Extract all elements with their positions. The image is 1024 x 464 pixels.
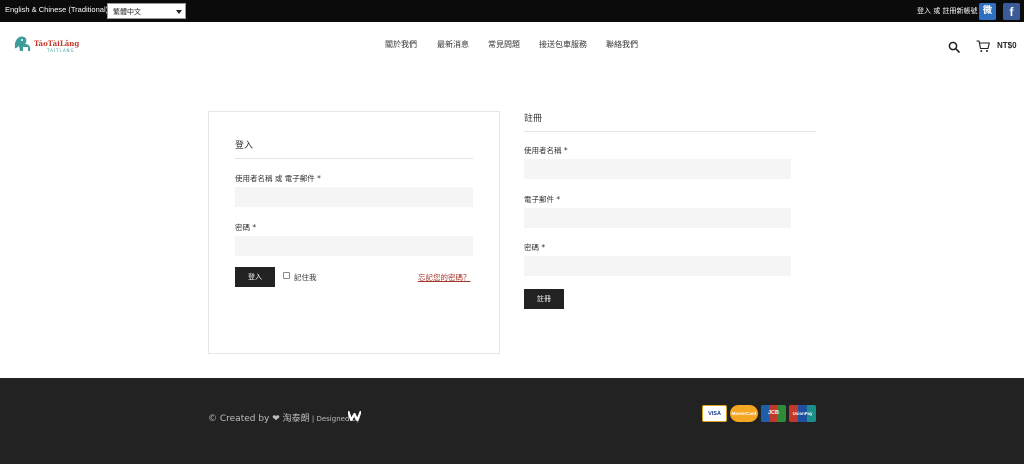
- register-divider: [524, 131, 816, 132]
- visa-card-icon: VISA: [702, 405, 727, 422]
- login-username-input[interactable]: [235, 187, 473, 207]
- remember-me-label: 記住我: [294, 273, 317, 282]
- unionpay-card-icon: UnionPay: [789, 405, 816, 422]
- register-password-label: 密碼 *: [524, 243, 546, 252]
- language-select[interactable]: 繁體中文: [107, 3, 186, 19]
- footer-credit: © Created by ❤ 淘泰朗 | Designed by: [208, 411, 360, 424]
- designer-logo-icon[interactable]: [348, 411, 361, 421]
- login-title: 登入: [235, 141, 254, 151]
- register-username-input[interactable]: [524, 159, 791, 179]
- register-username-label: 使用者名稱 *: [524, 146, 568, 155]
- language-select-value: 繁體中文: [113, 8, 141, 16]
- login-register-link[interactable]: 登入 或 註冊新帳號: [917, 6, 977, 16]
- chevron-down-icon: [176, 10, 182, 14]
- top-bar: English & Chinese (Traditional) 繁體中文 登入 …: [0, 0, 1024, 22]
- register-button[interactable]: 註冊: [524, 289, 564, 309]
- register-title: 註冊: [524, 114, 543, 124]
- remember-me-checkbox[interactable]: [283, 272, 290, 279]
- cart-total[interactable]: NT$0: [997, 41, 1017, 50]
- login-form: 登入 使用者名稱 或 電子郵件 * 密碼 * 登入 記住我 忘記您的密碼？: [208, 111, 500, 354]
- search-icon[interactable]: [948, 41, 960, 53]
- logo-text: TáoTàiLǎng: [34, 39, 80, 48]
- register-email-label: 電子郵件 *: [524, 195, 561, 204]
- language-label: English & Chinese (Traditional): [5, 5, 109, 14]
- login-button[interactable]: 登入: [235, 267, 275, 287]
- weibo-icon[interactable]: 微: [979, 3, 996, 20]
- forgot-password-link[interactable]: 忘記您的密碼？: [418, 272, 471, 283]
- login-username-label: 使用者名稱 或 電子郵件 *: [235, 174, 321, 183]
- nav-item-contact[interactable]: 聯絡我們: [606, 39, 638, 50]
- footer-credit-prefix: © Created by ❤ 淘泰朗: [208, 414, 310, 424]
- nav-item-faq[interactable]: 常見問題: [488, 39, 520, 50]
- site-logo[interactable]: TáoTàiLǎng TAITLANG: [13, 32, 80, 56]
- cart-icon[interactable]: [976, 40, 990, 53]
- nav-item-news[interactable]: 最新消息: [437, 39, 469, 50]
- facebook-icon[interactable]: f: [1003, 3, 1020, 20]
- site-header: TáoTàiLǎng TAITLANG 關於我們 最新消息 常見問題 接送包車服…: [0, 22, 1024, 68]
- nav-item-charter-service[interactable]: 接送包車服務: [539, 39, 587, 50]
- login-password-input[interactable]: [235, 236, 473, 256]
- site-footer: © Created by ❤ 淘泰朗 | Designed by VISA Ma…: [0, 378, 1024, 464]
- login-password-label: 密碼 *: [235, 223, 257, 232]
- logo-subtext: TAITLANG: [47, 48, 75, 53]
- register-password-input[interactable]: [524, 256, 791, 276]
- login-divider: [235, 158, 473, 159]
- mastercard-icon: MasterCard: [730, 405, 758, 422]
- nav-item-about[interactable]: 關於我們: [385, 39, 417, 50]
- jcb-card-icon: JCB: [761, 405, 786, 422]
- register-email-input[interactable]: [524, 208, 791, 228]
